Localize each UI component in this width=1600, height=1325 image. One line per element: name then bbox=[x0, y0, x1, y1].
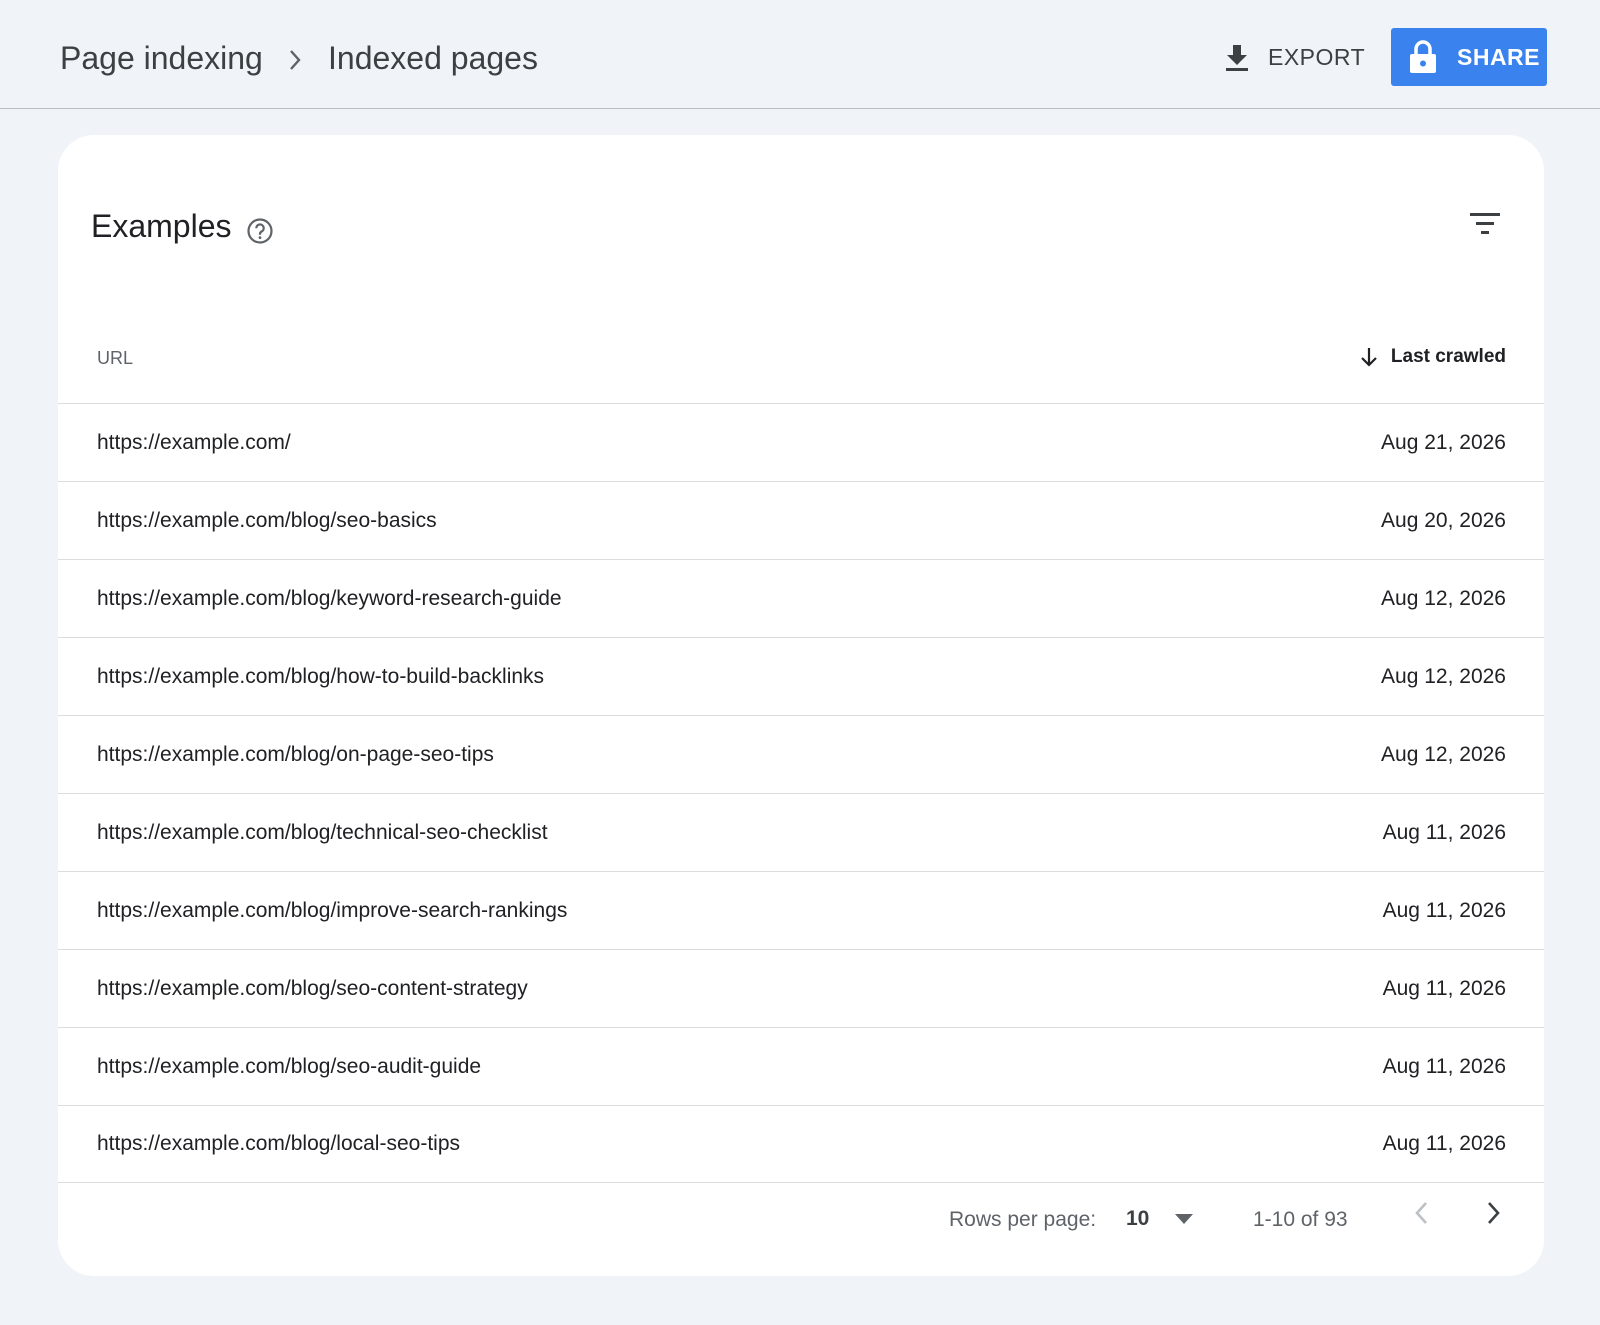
row-last-crawled: Aug 11, 2026 bbox=[1382, 820, 1506, 844]
lock-icon bbox=[1410, 40, 1436, 73]
row-url: https://example.com/ bbox=[97, 430, 291, 454]
pagination-range: 1-10 of 93 bbox=[1253, 1208, 1348, 1231]
row-last-crawled: Aug 11, 2026 bbox=[1382, 976, 1506, 1000]
table-row[interactable]: https://example.com/blog/technical-seo-c… bbox=[58, 793, 1544, 871]
row-last-crawled: Aug 11, 2026 bbox=[1382, 1132, 1506, 1155]
table-row[interactable]: https://example.com/blog/seo-content-str… bbox=[58, 949, 1544, 1027]
card-title: Examples bbox=[91, 208, 232, 244]
export-label: EXPORT bbox=[1268, 43, 1366, 70]
table-row[interactable]: https://example.com/blog/seo-basics Aug … bbox=[58, 481, 1544, 559]
column-header-url[interactable]: URL bbox=[97, 348, 133, 369]
dropdown-arrow-icon bbox=[1175, 1214, 1193, 1224]
chevron-right-icon[interactable] bbox=[1481, 1198, 1505, 1228]
filter-icon[interactable] bbox=[1468, 210, 1502, 238]
examples-card: Examples URL Last crawled https://exampl… bbox=[58, 135, 1544, 1276]
table-body: https://example.com/ Aug 21, 2026 https:… bbox=[58, 403, 1544, 1183]
table-row[interactable]: https://example.com/blog/seo-audit-guide… bbox=[58, 1027, 1544, 1105]
table-row[interactable]: https://example.com/blog/keyword-researc… bbox=[58, 559, 1544, 637]
rows-per-page-label: Rows per page: bbox=[949, 1208, 1097, 1231]
row-last-crawled: Aug 12, 2026 bbox=[1381, 664, 1506, 688]
share-button[interactable]: SHARE bbox=[1391, 28, 1547, 86]
row-url: https://example.com/blog/local-seo-tips bbox=[97, 1132, 460, 1155]
row-url: https://example.com/blog/keyword-researc… bbox=[97, 586, 562, 610]
row-url: https://example.com/blog/on-page-seo-tip… bbox=[97, 742, 494, 766]
row-url: https://example.com/blog/seo-content-str… bbox=[97, 976, 528, 1000]
row-url: https://example.com/blog/how-to-build-ba… bbox=[97, 664, 545, 688]
last-crawled-label: Last crawled bbox=[1390, 346, 1506, 367]
row-last-crawled: Aug 11, 2026 bbox=[1382, 898, 1506, 922]
row-last-crawled: Aug 12, 2026 bbox=[1381, 586, 1506, 610]
table-row[interactable]: https://example.com/blog/on-page-seo-tip… bbox=[58, 715, 1544, 793]
breadcrumb-page-indexing[interactable]: Page indexing bbox=[60, 40, 263, 77]
rows-per-page-value: 10 bbox=[1126, 1207, 1150, 1230]
row-last-crawled: Aug 12, 2026 bbox=[1381, 742, 1506, 766]
row-url: https://example.com/blog/improve-search-… bbox=[97, 898, 568, 922]
row-last-crawled: Aug 20, 2026 bbox=[1381, 508, 1506, 532]
row-last-crawled: Aug 21, 2026 bbox=[1381, 430, 1506, 454]
chevron-left-icon[interactable] bbox=[1410, 1198, 1434, 1228]
table-row[interactable]: https://example.com/blog/improve-search-… bbox=[58, 871, 1544, 949]
row-url: https://example.com/blog/technical-seo-c… bbox=[97, 820, 548, 844]
export-button[interactable]: EXPORT bbox=[1222, 34, 1365, 80]
row-url: https://example.com/blog/seo-basics bbox=[97, 508, 437, 532]
table-row[interactable]: https://example.com/ Aug 21, 2026 bbox=[58, 403, 1544, 481]
help-circle-icon[interactable] bbox=[246, 217, 274, 245]
column-header-last-crawled[interactable]: Last crawled bbox=[1357, 345, 1506, 369]
table-row[interactable]: https://example.com/blog/local-seo-tips … bbox=[58, 1105, 1544, 1183]
row-last-crawled: Aug 11, 2026 bbox=[1382, 1054, 1506, 1078]
row-url: https://example.com/blog/seo-audit-guide bbox=[97, 1054, 482, 1078]
share-label: SHARE bbox=[1457, 43, 1541, 70]
chevron-right-icon bbox=[290, 50, 301, 70]
table-row[interactable]: https://example.com/blog/how-to-build-ba… bbox=[58, 637, 1544, 715]
top-bar: Page indexing Indexed pages EXPORT SHARE bbox=[0, 0, 1600, 109]
download-icon bbox=[1226, 45, 1248, 71]
page-title: Indexed pages bbox=[328, 40, 538, 76]
arrow-down-icon bbox=[1361, 348, 1377, 367]
rows-per-page-select[interactable]: 10 bbox=[1126, 1201, 1216, 1237]
